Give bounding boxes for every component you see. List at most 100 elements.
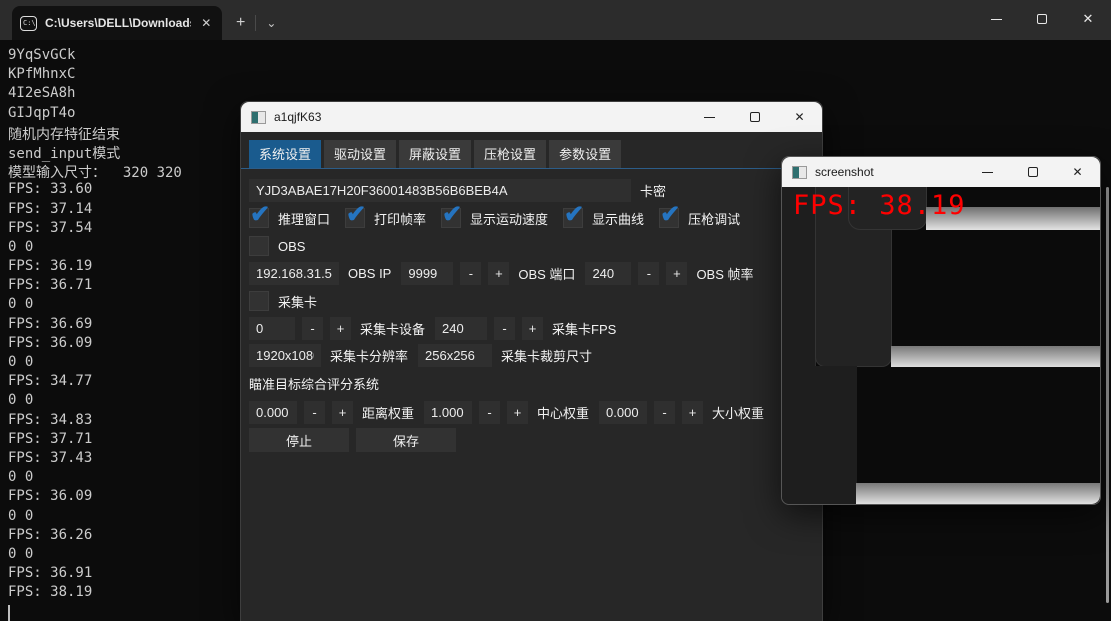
action-buttons-row: 停止 保存	[249, 428, 822, 452]
spin-plus-button[interactable]: +	[330, 317, 351, 340]
terminal-scrollbar[interactable]	[1106, 187, 1109, 603]
terminal-tab-bar: C:\ C:\Users\DELL\Downloads\Co ✕ + ⌄ ✕	[0, 0, 1111, 40]
capture-fps-input[interactable]	[435, 317, 487, 340]
minimize-button[interactable]	[973, 0, 1019, 38]
capture-device-input[interactable]	[249, 317, 295, 340]
terminal-output-line: 9YqSvGCk	[8, 47, 1111, 66]
capture-resolution-input[interactable]	[249, 344, 321, 367]
close-icon: ✕	[1072, 165, 1082, 179]
checkbox-box[interactable]	[659, 208, 679, 228]
spin-minus-button[interactable]: -	[494, 317, 515, 340]
card-key-label: 卡密	[640, 181, 666, 200]
capture-card-checkbox[interactable]: 采集卡	[249, 291, 317, 311]
capture-device-row: - + 采集卡设备 - + 采集卡FPS	[249, 317, 822, 340]
spin-minus-button[interactable]: -	[304, 401, 325, 424]
obs-settings-row: OBS IP - + OBS 端口 - + OBS 帧率	[249, 262, 822, 285]
spin-minus-button[interactable]: -	[302, 317, 323, 340]
capture-resolution-row: 采集卡分辨率 采集卡裁剪尺寸	[249, 344, 822, 367]
tab-underline	[241, 168, 824, 169]
close-button[interactable]: ✕	[1065, 0, 1111, 38]
obs-fps-input[interactable]	[585, 262, 631, 285]
maximize-button[interactable]	[1019, 0, 1065, 38]
settings-tab[interactable]: 驱动设置	[324, 140, 396, 168]
card-key-input[interactable]	[249, 179, 631, 202]
checkbox-box[interactable]	[249, 208, 269, 228]
size-weight-input[interactable]	[599, 401, 647, 424]
spin-minus-button[interactable]: -	[654, 401, 675, 424]
feature-checkbox[interactable]: 压枪调试	[659, 208, 740, 228]
minimize-icon	[982, 172, 993, 173]
terminal-output-line: KPfMhnxC	[8, 66, 1111, 85]
obs-port-input[interactable]	[401, 262, 453, 285]
captured-panel	[782, 366, 857, 504]
screenshot-window-controls: ✕	[965, 157, 1100, 187]
capture-crop-input[interactable]	[418, 344, 492, 367]
screenshot-window-title: screenshot	[815, 165, 874, 179]
checkbox-label: 推理窗口	[278, 209, 330, 228]
obs-fps-label: OBS 帧率	[696, 264, 753, 283]
close-button[interactable]: ✕	[777, 102, 822, 132]
checkbox-box[interactable]	[345, 208, 365, 228]
spin-minus-button[interactable]: -	[479, 401, 500, 424]
maximize-icon	[750, 112, 760, 122]
app-icon	[792, 166, 807, 179]
settings-tab[interactable]: 压枪设置	[474, 140, 546, 168]
minimize-button[interactable]	[687, 102, 732, 132]
stop-button[interactable]: 停止	[249, 428, 349, 452]
save-button[interactable]: 保存	[356, 428, 456, 452]
checkbox-box[interactable]	[249, 291, 269, 311]
capture-fps-label: 采集卡FPS	[552, 319, 616, 338]
spin-plus-button[interactable]: +	[666, 262, 687, 285]
fps-overlay-text: FPS: 38.19	[793, 190, 966, 221]
checkbox-box[interactable]	[563, 208, 583, 228]
center-weight-input[interactable]	[424, 401, 472, 424]
settings-tab[interactable]: 屏蔽设置	[399, 140, 471, 168]
tab-dropdown-button[interactable]: ⌄	[266, 16, 276, 30]
tab-divider	[255, 15, 256, 31]
settings-tab[interactable]: 系统设置	[249, 140, 321, 168]
terminal-tab-title: C:\Users\DELL\Downloads\Co	[45, 16, 191, 30]
screenshot-preview: FPS: 38.19	[782, 187, 1100, 504]
feature-checkbox[interactable]: 推理窗口	[249, 208, 330, 228]
spin-plus-button[interactable]: +	[488, 262, 509, 285]
spin-plus-button[interactable]: +	[682, 401, 703, 424]
terminal-tab[interactable]: C:\ C:\Users\DELL\Downloads\Co ✕	[12, 6, 222, 40]
spin-plus-button[interactable]: +	[332, 401, 353, 424]
checkbox-box[interactable]	[249, 236, 269, 256]
maximize-button[interactable]	[732, 102, 777, 132]
spin-minus-button[interactable]: -	[638, 262, 659, 285]
spin-minus-button[interactable]: -	[460, 262, 481, 285]
center-weight-label: 中心权重	[537, 403, 589, 422]
close-icon: ✕	[1083, 11, 1094, 27]
checkbox-box[interactable]	[441, 208, 461, 228]
tab-close-button[interactable]: ✕	[199, 14, 214, 32]
obs-ip-label: OBS IP	[348, 266, 391, 281]
minimize-button[interactable]	[965, 157, 1010, 187]
screenshot-titlebar[interactable]: screenshot ✕	[782, 157, 1100, 187]
feature-checkbox[interactable]: 显示曲线	[563, 208, 644, 228]
terminal-cursor	[8, 605, 10, 621]
obs-checkbox[interactable]: OBS	[249, 236, 305, 256]
capture-crop-label: 采集卡裁剪尺寸	[501, 346, 592, 365]
obs-port-label: OBS 端口	[518, 264, 575, 283]
spin-plus-button[interactable]: +	[507, 401, 528, 424]
settings-tab[interactable]: 参数设置	[549, 140, 621, 168]
card-key-row: 卡密	[249, 179, 822, 202]
maximize-button[interactable]	[1010, 157, 1055, 187]
feature-checkbox[interactable]: 打印帧率	[345, 208, 426, 228]
captured-light-bar	[891, 346, 1100, 367]
scoring-title: 瞄准目标综合评分系统	[249, 374, 822, 393]
new-tab-button[interactable]: +	[236, 14, 245, 32]
close-button[interactable]: ✕	[1055, 157, 1100, 187]
feature-checkbox[interactable]: 显示运动速度	[441, 208, 548, 228]
distance-weight-label: 距离权重	[362, 403, 414, 422]
checkbox-label: 采集卡	[278, 292, 317, 311]
config-tabs: 系统设置驱动设置屏蔽设置压枪设置参数设置	[249, 140, 822, 168]
distance-weight-input[interactable]	[249, 401, 297, 424]
capture-device-label: 采集卡设备	[360, 319, 425, 338]
obs-ip-input[interactable]	[249, 262, 339, 285]
minimize-icon	[704, 117, 715, 118]
capture-resolution-label: 采集卡分辨率	[330, 346, 408, 365]
config-titlebar[interactable]: a1qjfK63 ✕	[241, 102, 822, 132]
spin-plus-button[interactable]: +	[522, 317, 543, 340]
